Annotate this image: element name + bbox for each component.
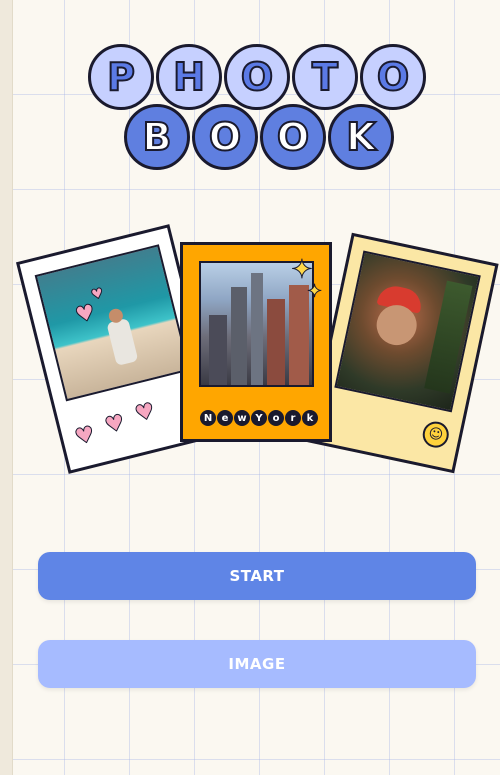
- logo-letter: O: [224, 44, 290, 110]
- photobook-logo: P H O T O B O O K: [0, 0, 500, 190]
- tree: [424, 280, 473, 394]
- card-caption: N e w Y o r k: [191, 407, 327, 429]
- building: [209, 315, 227, 385]
- caption-letter: w: [234, 410, 250, 426]
- building: [231, 287, 247, 385]
- start-button[interactable]: START: [38, 552, 476, 600]
- building: [267, 299, 285, 385]
- logo-letter: H: [156, 44, 222, 110]
- caption-letter: N: [200, 410, 216, 426]
- caption-letter: Y: [251, 410, 267, 426]
- christmas-photo: [334, 250, 481, 413]
- heart-icon: ♥: [72, 421, 98, 451]
- logo-letter: O: [260, 104, 326, 170]
- caption-letter: o: [268, 410, 284, 426]
- logo-letter: O: [192, 104, 258, 170]
- polaroid-card-newyork: ✦ ✦ N e w Y o r k: [180, 242, 332, 442]
- smiley-icon: ☺: [420, 419, 452, 451]
- image-button[interactable]: IMAGE: [38, 640, 476, 688]
- logo-letter: T: [292, 44, 358, 110]
- beach-photo: [34, 244, 191, 402]
- caption-letter: k: [302, 410, 318, 426]
- caption-letter: e: [217, 410, 233, 426]
- logo-letter: K: [328, 104, 394, 170]
- building: [289, 285, 309, 385]
- person-figure: [106, 317, 139, 366]
- sparkle-icon: ✦: [306, 281, 323, 303]
- logo-letter: P: [88, 44, 154, 110]
- logo-letter: B: [124, 104, 190, 170]
- caption-letter: r: [285, 410, 301, 426]
- building: [251, 273, 263, 385]
- polaroid-card-christmas: ☺: [307, 232, 499, 474]
- heart-icon: ♥: [102, 410, 128, 440]
- logo-letter: O: [360, 44, 426, 110]
- heart-icon: ♥: [132, 398, 158, 428]
